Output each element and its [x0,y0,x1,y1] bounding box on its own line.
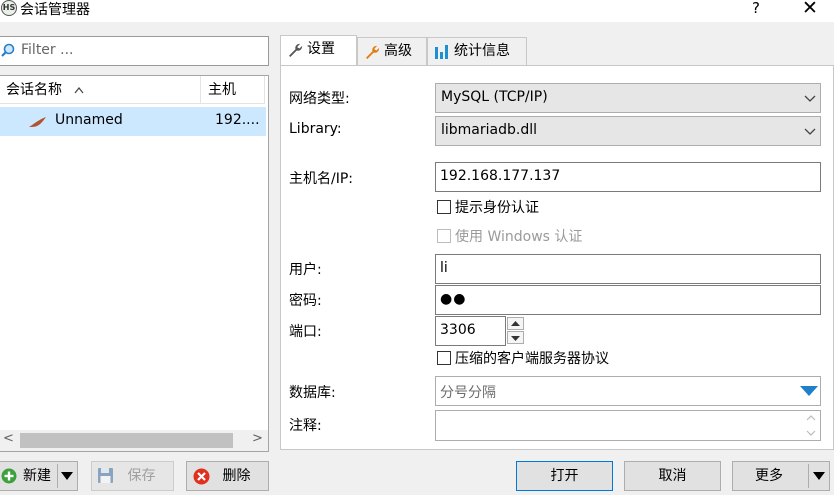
wrench-icon [289,43,303,57]
sort-asc-icon [74,87,84,94]
windows-auth-label: 使用 Windows 认证 [455,229,583,245]
host-value: 192.168.177.137 [440,168,561,184]
tab-label: 高级 [384,43,412,59]
scroll-up-icon[interactable] [806,415,816,421]
password-value: ●● [440,291,467,307]
column-label: 主机 [208,82,236,98]
library-select[interactable]: libmariadb.dll [435,116,821,146]
user-value: li [440,260,448,276]
delete-button[interactable]: 删除 [186,461,269,491]
delete-icon [193,468,210,485]
tab-advanced[interactable]: 高级 [357,37,427,65]
window-title: 会话管理器 [20,2,90,18]
compress-label: 压缩的客户端服务器协议 [455,351,609,367]
network-type-label: 网络类型: [289,91,350,107]
password-input[interactable]: ●● [435,285,821,315]
tab-label: 设置 [307,41,335,57]
host-label: 主机名/IP: [289,171,354,187]
dropdown-arrow-icon[interactable] [813,472,825,480]
search-icon [1,43,15,57]
port-label: 端口: [289,324,322,340]
database-input[interactable]: 分号分隔 [435,376,821,406]
windows-auth-checkbox[interactable] [437,229,451,243]
title-bar: HS 会话管理器 ? ✕ [0,0,834,22]
host-input[interactable]: 192.168.177.137 [435,162,821,192]
database-label: 数据库: [289,385,336,401]
help-button[interactable]: ? [746,0,766,17]
save-button[interactable]: 保存 [91,461,174,491]
session-host: 192.... [215,112,260,128]
tab-label: 统计信息 [454,43,510,59]
tab-statistics[interactable]: 统计信息 [427,37,527,65]
wrench-orange-icon [366,45,380,59]
port-input[interactable]: 3306 [435,316,506,346]
cancel-button-label: 取消 [658,468,687,484]
dropdown-arrow-icon[interactable] [61,472,73,480]
horizontal-scrollbar[interactable]: < > [0,430,268,451]
port-increment-button[interactable] [507,317,524,330]
split-divider [57,464,58,488]
library-label: Library: [289,121,342,137]
port-decrement-button[interactable] [507,331,524,344]
tab-settings[interactable]: 设置 [280,35,357,66]
new-button[interactable]: 新建 [0,461,78,491]
bar-chart-icon [435,45,448,59]
chevron-down-icon [804,95,816,102]
prompt-auth-checkbox[interactable] [437,200,451,214]
save-disk-icon [98,468,113,483]
open-button[interactable]: 打开 [516,461,613,491]
port-value: 3306 [440,322,476,338]
mysql-dolphin-icon [29,117,46,127]
list-item[interactable]: Unnamed 192.... [0,107,266,136]
compress-checkbox[interactable] [437,351,451,365]
column-header-session-name[interactable]: 会话名称 [0,76,201,104]
filter-placeholder: Filter ... [21,42,74,58]
session-list[interactable]: 会话名称 主机 Unnamed 192.... < > [0,75,269,452]
scroll-right-arrow[interactable]: > [252,431,263,446]
split-divider [808,464,809,488]
delete-button-label: 删除 [222,468,251,484]
session-name: Unnamed [55,112,123,128]
new-button-label: 新建 [23,468,51,484]
column-header-host[interactable]: 主机 [201,76,265,104]
comment-textarea[interactable] [435,410,821,441]
close-button[interactable]: ✕ [800,0,820,19]
scroll-thumb[interactable] [20,433,233,448]
scroll-down-icon[interactable] [806,430,816,436]
network-type-select[interactable]: MySQL (TCP/IP) [435,83,821,113]
open-button-label: 打开 [550,468,579,484]
chevron-down-icon [804,128,816,135]
more-button[interactable]: 更多 [732,461,830,491]
database-placeholder: 分号分隔 [440,385,496,401]
network-type-value: MySQL (TCP/IP) [441,89,548,105]
user-input[interactable]: li [435,254,821,284]
add-icon [1,468,17,484]
app-icon: HS [1,0,17,16]
library-value: libmariadb.dll [441,122,537,138]
column-label: 会话名称 [6,82,62,98]
save-button-label: 保存 [127,468,156,484]
scroll-left-arrow[interactable]: < [3,431,14,446]
dropdown-triangle-icon[interactable] [800,385,818,397]
arrow-up-icon [511,321,520,326]
user-label: 用户: [289,262,322,278]
filter-input[interactable]: Filter ... [0,36,269,66]
more-button-label: 更多 [755,468,783,484]
comment-label: 注释: [289,418,322,434]
arrow-down-icon [511,336,520,341]
prompt-auth-label: 提示身份认证 [455,200,539,216]
cancel-button[interactable]: 取消 [624,461,721,491]
password-label: 密码: [289,293,322,309]
